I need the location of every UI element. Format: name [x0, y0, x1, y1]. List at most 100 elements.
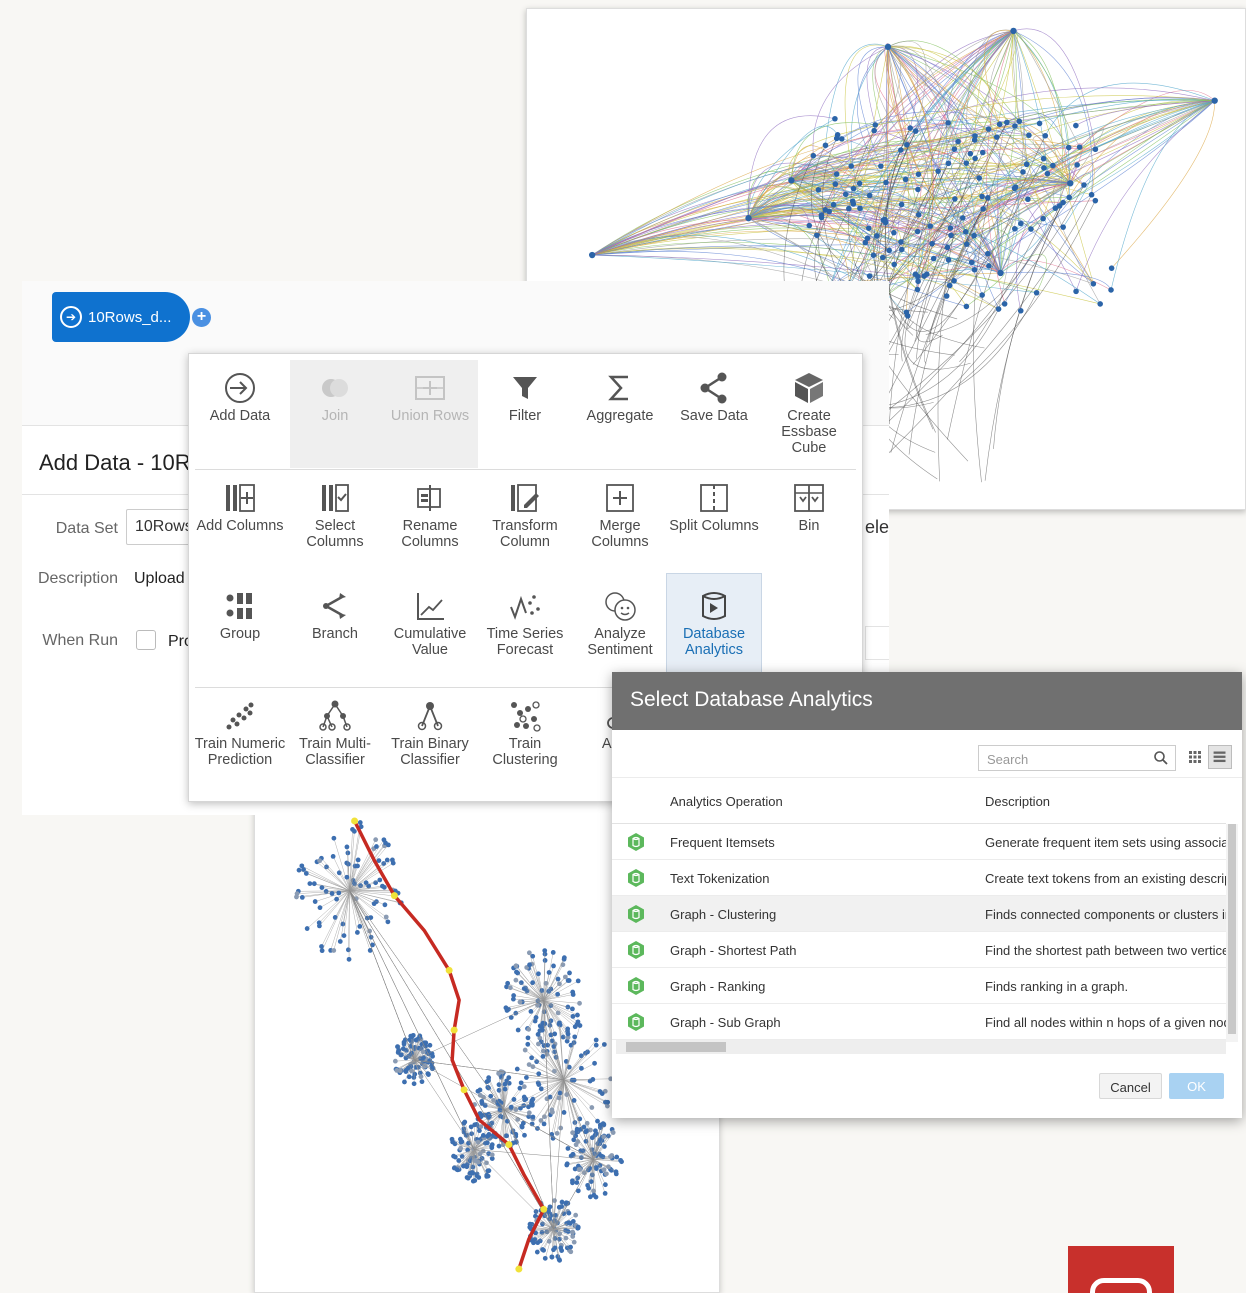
dialog-title: Select Database Analytics [612, 672, 1242, 730]
operation-cell: Text Tokenization [670, 871, 770, 886]
share-icon [667, 370, 761, 406]
palette-tile-select-columns[interactable]: Select Columns [288, 480, 382, 550]
when-run-checkbox[interactable] [136, 630, 156, 650]
ok-button[interactable]: OK [1169, 1073, 1224, 1099]
table-row[interactable]: Frequent Itemsets Generate frequent item … [612, 824, 1226, 860]
database-hexagon-icon [628, 977, 644, 995]
table-row[interactable]: Graph - Shortest Path Find the shortest p… [612, 932, 1226, 968]
join-icon [288, 370, 382, 406]
table-row[interactable]: Graph - Sub Graph Find all nodes within n… [612, 1004, 1226, 1040]
palette-tile-cumulative-value[interactable]: Cumulative Value [383, 588, 477, 658]
description-cell: Finds ranking in a graph. [985, 979, 1129, 994]
palette-tile-union-rows: Union Rows [383, 370, 477, 424]
cancel-button[interactable]: Cancel [1099, 1073, 1162, 1099]
vertical-scrollbar[interactable] [1226, 824, 1238, 1042]
palette-tile-label: Train Numeric Prediction [194, 736, 286, 768]
horizontal-scrollbar[interactable] [616, 1040, 1226, 1054]
when-run-label: When Run [42, 632, 118, 649]
bin-icon [762, 480, 856, 516]
palette-tile-train-clustering[interactable]: Train Clustering [478, 698, 572, 768]
group-icon [193, 588, 287, 624]
sentiment-icon [573, 588, 667, 624]
select-database-analytics-dialog: Select Database Analytics Search Analyti… [612, 672, 1242, 1118]
flow-node-add-data[interactable]: ➔ 10Rows_d... [52, 292, 190, 342]
palette-tile-label: Group [219, 626, 261, 642]
database-hexagon-icon [628, 905, 644, 923]
palette-tile-create-essbase-cube[interactable]: Create Essbase Cube [762, 370, 856, 456]
transform-column-icon [478, 480, 572, 516]
palette-tile-label: Select Columns [306, 518, 364, 550]
search-input[interactable]: Search [978, 745, 1176, 771]
column-header-description[interactable]: Description [985, 794, 1050, 809]
description-value[interactable]: Upload [134, 570, 185, 588]
palette-tile-label: Cumulative Value [393, 626, 467, 658]
palette-tile-label: Train Clustering [492, 736, 558, 768]
palette-tile-group[interactable]: Group [193, 588, 287, 642]
description-label: Description [37, 570, 118, 587]
data-set-label: Data Set [55, 520, 118, 537]
palette-tile-split-columns[interactable]: Split Columns [667, 480, 761, 534]
database-hexagon-icon [628, 1013, 644, 1031]
palette-tile-join: Join [288, 370, 382, 424]
palette-tile-bin[interactable]: Bin [762, 480, 856, 534]
palette-tile-rename-columns[interactable]: Rename Columns [383, 480, 477, 550]
palette-tile-database-analytics[interactable]: Database Analytics [667, 588, 761, 658]
palette-tile-label: Merge Columns [591, 518, 649, 550]
palette-tile-add-columns[interactable]: Add Columns [193, 480, 287, 534]
description-cell: Find all nodes within n hops of a given … [985, 1015, 1226, 1030]
tree-icon [288, 698, 382, 734]
palette-tile-label: Time Series Forecast [486, 626, 564, 658]
truncated-label: ele [865, 517, 890, 537]
palette-tile-branch[interactable]: Branch [288, 588, 382, 642]
binary-tree-icon [383, 698, 477, 734]
description-cell: Create text tokens from an existing desc… [985, 871, 1226, 886]
merge-columns-icon [573, 480, 667, 516]
add-step-icon[interactable]: + [192, 308, 211, 327]
grid-view-icon[interactable] [1184, 745, 1206, 769]
search-placeholder: Search [987, 752, 1029, 767]
palette-tile-save-data[interactable]: Save Data [667, 370, 761, 424]
palette-tile-label: Split Columns [669, 518, 759, 534]
table-row[interactable]: Graph - Ranking Finds ranking in a graph. [612, 968, 1226, 1004]
palette-tile-add-data[interactable]: Add Data [193, 370, 287, 424]
palette-tile-label: Union Rows [390, 408, 470, 424]
palette-tile-train-numeric-prediction[interactable]: Train Numeric Prediction [193, 698, 287, 768]
palette-tile-label: Analyze Sentiment [587, 626, 653, 658]
cumulative-icon [383, 588, 477, 624]
palette-tile-label: Branch [312, 626, 358, 642]
palette-tile-label: Filter [508, 408, 542, 424]
palette-tile-filter[interactable]: Filter [478, 370, 572, 424]
forecast-icon [478, 588, 572, 624]
palette-tile-merge-columns[interactable]: Merge Columns [573, 480, 667, 550]
operation-cell: Frequent Itemsets [670, 835, 775, 850]
description-cell: Generate frequent item sets using associ… [985, 835, 1226, 850]
search-icon[interactable] [1153, 750, 1169, 766]
clustering-icon [478, 698, 572, 734]
palette-tile-train-binary-classifier[interactable]: Train Binary Classifier [383, 698, 477, 768]
palette-tile-label: Bin [798, 518, 820, 534]
palette-tile-label: Rename Columns [401, 518, 459, 550]
flow-node-label: 10Rows_d... [88, 308, 172, 326]
properties-title: Add Data - 10R [39, 450, 191, 475]
palette-tile-train-multi-classifier[interactable]: Train Multi-Classifier [288, 698, 382, 768]
table-row[interactable]: Text Tokenization Create text tokens from… [612, 860, 1226, 896]
palette-tile-label: Save Data [680, 408, 748, 424]
database-hexagon-icon [628, 941, 644, 959]
operation-cell: Graph - Shortest Path [670, 943, 797, 958]
column-header-operation[interactable]: Analytics Operation [670, 794, 783, 809]
palette-tile-label: Aggregate [586, 408, 654, 424]
palette-tile-transform-column[interactable]: Transform Column [478, 480, 572, 550]
palette-tile-aggregate[interactable]: Aggregate [573, 370, 667, 424]
palette-tile-label: Transform Column [492, 518, 558, 550]
brand-logo [1068, 1246, 1174, 1293]
rename-columns-icon [383, 480, 477, 516]
sigma-icon [573, 370, 667, 406]
palette-tile-analyze-sentiment[interactable]: Analyze Sentiment [573, 588, 667, 658]
palette-tile-time-series-forecast[interactable]: Time Series Forecast [478, 588, 572, 658]
add-columns-icon [193, 480, 287, 516]
palette-tile-label: Add Data [209, 408, 271, 424]
table-row[interactable]: Graph - Clustering Finds connected compon… [612, 896, 1226, 932]
cube-icon [762, 370, 856, 406]
branch-icon [288, 588, 382, 624]
list-view-icon[interactable] [1208, 745, 1232, 769]
